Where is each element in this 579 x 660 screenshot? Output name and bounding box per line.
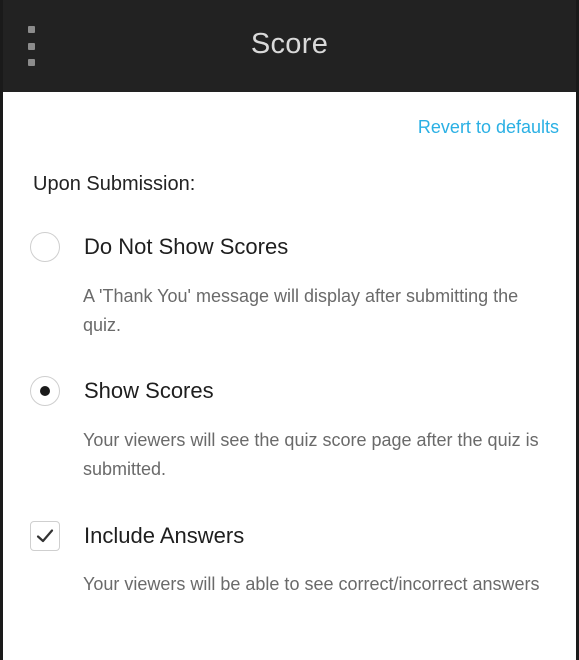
panel-title: Score — [250, 28, 329, 60]
do-not-show-scores-description: A 'Thank You' message will display after… — [83, 286, 519, 335]
revert-to-defaults-link[interactable]: Revert to defaults — [418, 117, 559, 138]
show-scores-description: Your viewers will see the quiz score pag… — [83, 430, 539, 479]
include-answers-checkbox[interactable] — [30, 521, 60, 551]
include-answers-label: Include Answers — [84, 523, 245, 548]
panel-header: Score — [3, 0, 576, 92]
show-scores-radio[interactable] — [30, 376, 60, 406]
do-not-show-scores-option[interactable]: Do Not Show Scores — [30, 232, 288, 262]
show-scores-option[interactable]: Show Scores — [30, 376, 214, 406]
do-not-show-scores-label: Do Not Show Scores — [84, 234, 289, 259]
do-not-show-scores-radio[interactable] — [30, 232, 60, 262]
include-answers-description: Your viewers will be able to see correct… — [83, 574, 540, 594]
radio-selected-dot — [40, 386, 50, 396]
upon-submission-label: Upon Submission: — [33, 173, 196, 195]
score-panel: Score Revert to defaults Upon Submission… — [0, 0, 579, 660]
include-answers-option[interactable]: Include Answers — [30, 521, 244, 551]
show-scores-label: Show Scores — [84, 378, 214, 403]
checkmark-icon — [36, 529, 54, 543]
